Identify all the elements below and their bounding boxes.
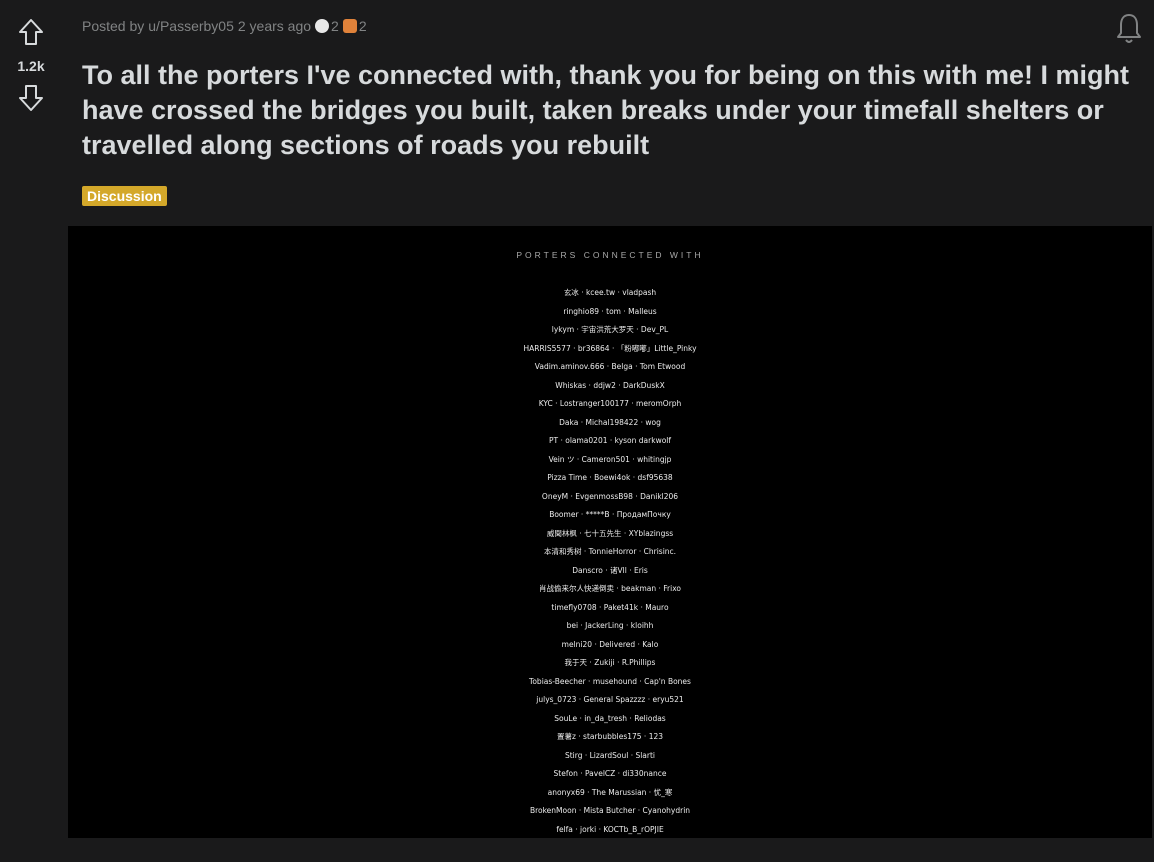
porter-name-line: Stirg · LizardSoul · Slarti: [564, 750, 656, 760]
downvote-arrow-icon: [19, 85, 43, 111]
porter-name-line: 威聞林枫 · 七十五先生 · XYblazingss: [546, 528, 674, 538]
porter-name-line: 玄冰 · kcee.tw · vladpash: [563, 288, 657, 297]
porter-name-line: Vein ツ · Cameron501 · whitingjp: [548, 454, 672, 464]
porter-name-line: Whiskas · ddjw2 · DarkDuskX: [555, 380, 665, 390]
porter-name-line: timefly0708 · Paket41k · Mauro: [551, 602, 669, 612]
porter-name-line: 置薯z · starbubbles175 · 123: [556, 732, 664, 741]
vote-score: 1.2k: [17, 58, 45, 74]
post-meta: Posted by u/Passerby05 2 years ago 2 2: [82, 18, 367, 34]
porter-name-line: Stefon · PavelCZ · di330nance: [553, 769, 667, 778]
porter-name-line: Boomer · *****B · ПродамПочку: [549, 510, 671, 519]
porter-name-line: Tobias-Beecher · musehound · Cap'n Bones: [529, 676, 691, 686]
porter-name-line: ringhio89 · tom · Malleus: [563, 306, 657, 316]
post-title[interactable]: To all the porters I've connected with, …: [82, 58, 1142, 163]
porter-name-line: KYC · Lostranger100177 · meromOrph: [538, 399, 682, 408]
award-icon-orange: [342, 19, 357, 33]
porter-name-line: lykym · 宇宙洪荒大罗天 · Dev_PL: [551, 325, 669, 334]
porter-name-line: felfa · jorki · KOCTb_B_rOPJIE: [556, 824, 664, 834]
award-2[interactable]: 2: [342, 18, 367, 34]
award-count: 2: [331, 18, 339, 34]
porter-name-line: Danscro · 诸Vll · Eris: [572, 565, 648, 575]
image-header: PORTERS CONNECTED WITH: [516, 250, 704, 260]
porter-name-line: SouLe · in_da_tresh · Reliodas: [554, 713, 666, 723]
porter-name-line: 肖战偷来尔人快递倒卖 · beakman · Frixo: [538, 584, 681, 593]
posted-by-label: Posted by: [82, 18, 145, 34]
award-icon-white: [315, 19, 330, 33]
author-link[interactable]: u/Passerby05: [148, 18, 234, 34]
award-count: 2: [358, 18, 367, 34]
porter-name-line: 本清和秀树 · TonnieHorror · Chrisinc.: [543, 547, 677, 556]
porter-name-line: OneyM · EvgenmossB98 · Danikl206: [541, 491, 679, 501]
post-image[interactable]: PORTERS CONNECTED WITH 玄冰 · kcee.tw · vl…: [68, 226, 1152, 838]
porter-name-line: Pizza Time · Boewi4ok · dsf95638: [547, 473, 673, 482]
porter-name-line: Vadim.aminov.666 · Belga · Tom Etwood: [534, 362, 686, 371]
porter-name-line: bei · JackerLing · kloihh: [566, 621, 654, 630]
upvote-button[interactable]: [11, 12, 51, 52]
porter-name-line: PT · olama0201 · kyson darkwolf: [548, 436, 672, 445]
flair-badge[interactable]: Discussion: [82, 186, 167, 206]
porter-name-line: julys_0723 · General Spazzzz · eryu521: [536, 695, 684, 704]
porter-name-line: BrokenMoon · Mista Butcher · Cyanohydrin: [529, 806, 691, 815]
downvote-button[interactable]: [11, 78, 51, 118]
porter-name-line: melni20 · Delivered · Kalo: [561, 639, 659, 649]
vote-column: 1.2k: [0, 0, 62, 862]
porter-name-line: HARRIS5577 · br36864 · 「粉嘟嘟」Little_Pinky: [523, 343, 697, 353]
porter-name-line: Daka · Michal198422 · wog: [559, 417, 661, 427]
award-1[interactable]: 2: [315, 18, 339, 34]
porter-name-line: 我于天 · Zukiji · R.Phillips: [564, 658, 656, 667]
post-time: 2 years ago: [237, 18, 312, 34]
porter-names-list: 玄冰 · kcee.tw · vladpash ringhio89 · tom ·…: [68, 284, 1152, 838]
upvote-arrow-icon: [19, 19, 43, 45]
porter-name-line: anonyx69 · The Marussian · 忧_寒: [547, 787, 673, 797]
notification-bell-icon[interactable]: [1116, 12, 1142, 46]
